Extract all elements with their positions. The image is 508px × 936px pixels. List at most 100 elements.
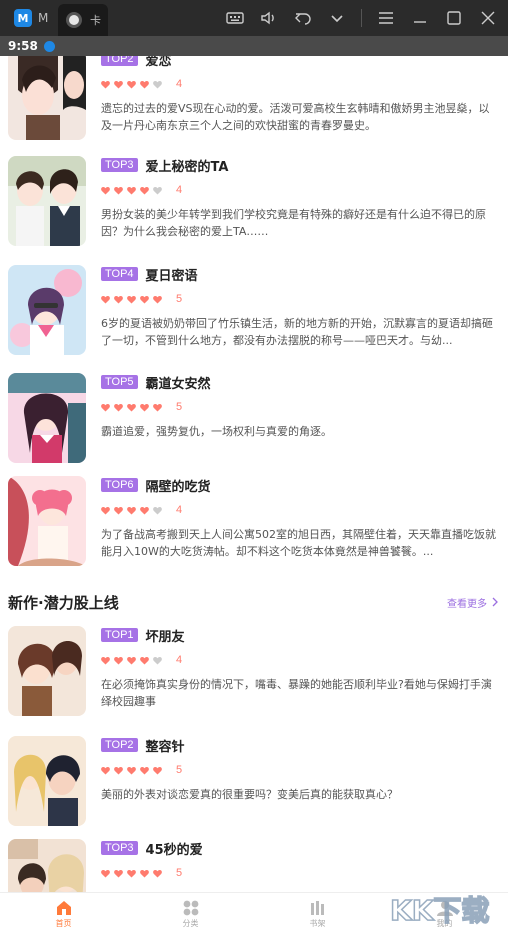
nav-category[interactable]: 分类 [127, 893, 254, 936]
comic-description: 霸道追爱，强势复仇，一场权利与真爱的角逐。 [101, 425, 332, 438]
heart-icon [101, 506, 110, 515]
comic-description: 男扮女装的美少年转学到我们学校究竟是有特殊的癖好还是有什么迫不得已的原因？为什么… [101, 208, 486, 238]
section-title: 新作·潜力股上线 [8, 593, 119, 612]
toolbar-divider [361, 9, 362, 27]
heart-icon [101, 403, 110, 412]
comic-list[interactable]: TOP2 爱恋 4 遗忘的过去的爱VS现在心动的爱。活泼可爱高校生玄韩晴和傲娇男… [0, 56, 508, 892]
rating: 5 [101, 865, 501, 881]
comic-cover-image[interactable] [8, 476, 86, 566]
volume-icon[interactable] [259, 8, 279, 28]
comic-cover-image[interactable] [8, 56, 86, 140]
heart-icon [153, 766, 162, 775]
comic-title[interactable]: 坏朋友 [146, 626, 185, 645]
rating-score: 5 [176, 764, 183, 776]
nav-label: 分类 [182, 919, 199, 928]
comic-item[interactable]: TOP5 霸道女安然 5 霸道追爱，强势复仇，一场权利与真爱的角逐。 [8, 373, 500, 473]
category-icon [183, 900, 198, 916]
view-more-link[interactable]: 查看更多 [447, 595, 500, 610]
rank-badge: TOP2 [101, 56, 138, 66]
comic-title[interactable]: 整容针 [146, 736, 185, 755]
heart-icon [127, 186, 136, 195]
comic-cover-image[interactable] [8, 373, 86, 463]
heart-icon [140, 656, 149, 665]
keyboard-icon[interactable] [225, 8, 245, 28]
rating-score: 4 [176, 184, 183, 196]
minimize-icon[interactable] [410, 8, 430, 28]
emulator-app-label: M [38, 11, 49, 25]
chevron-down-icon[interactable] [327, 8, 347, 28]
comic-item[interactable]: TOP6 隔壁的吃货 4 为了备战高考搬到天上人间公寓502室的旭日西，其隔壁住… [8, 476, 500, 576]
emulator-app-button[interactable]: M M [0, 0, 48, 36]
heart-icon [140, 80, 149, 89]
nav-bookshelf[interactable]: 书架 [254, 893, 381, 936]
rating-score: 5 [176, 293, 183, 305]
comic-item[interactable]: TOP4 夏日密语 5 6岁的夏语被奶奶带回了竹乐镇生活，新的地方新的开始，沉默… [8, 265, 500, 365]
heart-icon [140, 403, 149, 412]
heart-icon [153, 186, 162, 195]
comic-cover-image[interactable] [8, 265, 86, 355]
comic-item[interactable]: TOP3 45秒的爱 5 [8, 839, 500, 892]
bottom-nav: 首页 分类 书架 我的 [0, 892, 508, 936]
comic-description: 6岁的夏语被奶奶带回了竹乐镇生活，新的地方新的开始，沉默寡言的夏语却搞砸了一切，… [101, 317, 493, 347]
heart-icon [101, 766, 110, 775]
profile-icon [436, 901, 453, 916]
rating: 5 [101, 762, 501, 778]
comic-title[interactable]: 45秒的爱 [146, 839, 203, 858]
heart-icon [153, 656, 162, 665]
rating-score: 4 [176, 78, 183, 90]
emulator-tab[interactable]: 卡 [58, 4, 108, 36]
rank-badge: TOP6 [101, 478, 138, 492]
heart-icon [127, 295, 136, 304]
comic-title[interactable]: 爱上秘密的TA [146, 156, 229, 175]
heart-icon [114, 295, 123, 304]
menu-icon[interactable] [376, 8, 396, 28]
heart-icon [140, 506, 149, 515]
comic-cover-image[interactable] [8, 736, 86, 826]
nav-profile[interactable]: 我的 [381, 893, 508, 936]
close-icon[interactable] [478, 8, 498, 28]
tab-label: 卡 [90, 14, 101, 27]
rank-badge: TOP3 [101, 158, 138, 172]
heart-icon [127, 506, 136, 515]
tab-app-icon [66, 12, 82, 28]
rank-badge: TOP3 [101, 841, 138, 855]
rank-badge: TOP4 [101, 267, 138, 281]
heart-icon [101, 869, 110, 878]
comic-item[interactable]: TOP2 爱恋 4 遗忘的过去的爱VS现在心动的爱。活泼可爱高校生玄韩晴和傲娇男… [8, 56, 500, 150]
heart-icon [153, 403, 162, 412]
rating: 4 [101, 76, 501, 92]
heart-icon [140, 295, 149, 304]
comic-item[interactable]: TOP2 整容针 5 美丽的外表对谈恋爱真的很重要吗？变美后真的能获取真心？ [8, 736, 500, 836]
comic-title[interactable]: 霸道女安然 [146, 373, 211, 392]
app-logo-icon: M [14, 9, 32, 27]
heart-icon [140, 186, 149, 195]
comic-cover-image[interactable] [8, 156, 86, 246]
comic-title[interactable]: 夏日密语 [146, 265, 198, 284]
heart-icon [153, 295, 162, 304]
chevron-right-icon [492, 597, 498, 607]
comic-item[interactable]: TOP1 坏朋友 4 在必须掩饰真实身份的情况下，嘴毒、暴躁的她能否顺利毕业?看… [8, 626, 500, 726]
nav-home[interactable]: 首页 [0, 893, 127, 936]
comic-title[interactable]: 隔壁的吃货 [146, 476, 211, 495]
rating: 4 [101, 652, 501, 668]
comic-title[interactable]: 爱恋 [146, 56, 172, 69]
heart-icon [127, 80, 136, 89]
heart-icon [114, 506, 123, 515]
heart-icon [114, 186, 123, 195]
heart-icon [127, 869, 136, 878]
home-icon [56, 901, 71, 915]
maximize-icon[interactable] [444, 8, 464, 28]
rating-score: 5 [176, 867, 183, 879]
heart-icon [101, 186, 110, 195]
heart-icon [101, 295, 110, 304]
comic-cover-image[interactable] [8, 839, 86, 892]
comic-cover-image[interactable] [8, 626, 86, 716]
heart-icon [101, 80, 110, 89]
notification-icon [43, 40, 55, 52]
undo-icon[interactable] [293, 8, 313, 28]
view-more-label: 查看更多 [447, 598, 487, 610]
heart-icon [114, 403, 123, 412]
comic-item[interactable]: TOP3 爱上秘密的TA 4 男扮女装的美少年转学到我们学校究竟是有特殊的癖好还… [8, 156, 500, 256]
heart-icon [114, 80, 123, 89]
heart-icon [153, 80, 162, 89]
